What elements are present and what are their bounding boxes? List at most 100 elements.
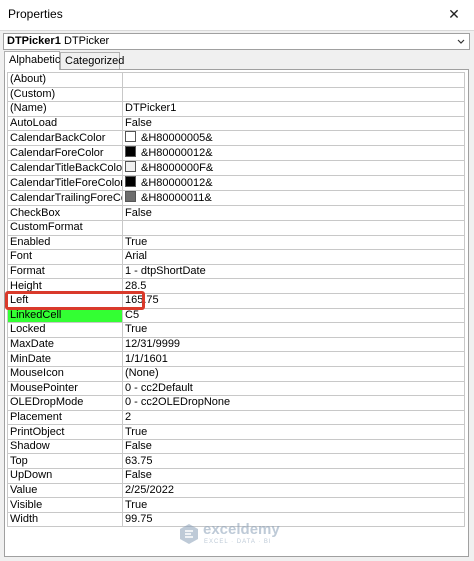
property-name[interactable]: Font	[7, 249, 123, 265]
property-name[interactable]: (Custom)	[7, 86, 123, 103]
property-value[interactable]: False	[122, 115, 465, 132]
property-value[interactable]: 1 - dtpShortDate	[122, 263, 465, 280]
property-value[interactable]: C5	[122, 307, 465, 324]
property-name[interactable]: CalendarTitleForeColor	[7, 175, 123, 192]
property-row[interactable]: CustomFormat	[7, 219, 465, 236]
property-name[interactable]: CalendarTrailingForeColor	[7, 190, 123, 207]
property-name[interactable]: OLEDropMode	[7, 395, 123, 411]
property-value[interactable]: 28.5	[122, 278, 465, 294]
chevron-down-icon[interactable]	[455, 34, 467, 49]
property-name[interactable]: CalendarTitleBackColor	[7, 160, 123, 177]
property-row[interactable]: Format 1 - dtpShortDate	[7, 263, 465, 280]
property-value[interactable]: 2	[122, 409, 465, 426]
property-row[interactable]: LinkedCell C5	[7, 307, 465, 324]
property-name[interactable]: UpDown	[7, 468, 123, 484]
property-row[interactable]: MinDate 1/1/1601	[7, 351, 465, 367]
color-swatch	[125, 191, 136, 203]
property-value[interactable]: 0 - cc2Default	[122, 380, 465, 397]
property-row[interactable]: MousePointer 0 - cc2Default	[7, 380, 465, 397]
property-value[interactable]	[122, 219, 465, 236]
property-row[interactable]: CalendarBackColor &H80000005&	[7, 130, 465, 147]
property-value[interactable]: 1/1/1601	[122, 351, 465, 367]
property-value[interactable]: False	[122, 438, 465, 455]
property-name[interactable]: CheckBox	[7, 205, 123, 221]
property-value[interactable]: (None)	[122, 365, 465, 382]
property-row[interactable]: Locked True	[7, 322, 465, 338]
property-name[interactable]: CalendarForeColor	[7, 145, 123, 162]
property-row[interactable]: Left 165.75	[7, 292, 465, 309]
property-row[interactable]: (Name) DTPicker1	[7, 101, 465, 117]
property-row[interactable]: OLEDropMode 0 - cc2OLEDropNone	[7, 395, 465, 411]
property-name[interactable]: LinkedCell	[7, 307, 123, 324]
property-name[interactable]: PrintObject	[7, 424, 123, 440]
property-row[interactable]: UpDown False	[7, 468, 465, 484]
property-name[interactable]: CalendarBackColor	[7, 130, 123, 147]
property-name[interactable]: MaxDate	[7, 336, 123, 353]
property-value[interactable]: DTPicker1	[122, 101, 465, 117]
property-name[interactable]: Format	[7, 263, 123, 280]
property-row[interactable]: PrintObject True	[7, 424, 465, 440]
property-value[interactable]: 2/25/2022	[122, 482, 465, 499]
property-row[interactable]: AutoLoad False	[7, 115, 465, 132]
object-selector[interactable]: DTPicker1 DTPicker	[3, 33, 470, 50]
property-row[interactable]: Value 2/25/2022	[7, 482, 465, 499]
property-value[interactable]: False	[122, 205, 465, 221]
property-name[interactable]: Left	[7, 292, 123, 309]
property-row[interactable]: Font Arial	[7, 249, 465, 265]
property-value[interactable]: False	[122, 468, 465, 484]
property-row[interactable]: CheckBox False	[7, 205, 465, 221]
property-name[interactable]: Value	[7, 482, 123, 499]
property-name[interactable]: AutoLoad	[7, 115, 123, 132]
property-value[interactable]	[122, 72, 465, 88]
property-value[interactable]: &H80000012&	[122, 175, 465, 192]
object-type: DTPicker	[64, 35, 110, 47]
property-name[interactable]: Width	[7, 511, 123, 528]
property-row[interactable]: Shadow False	[7, 438, 465, 455]
property-row[interactable]: CalendarTitleBackColor &H8000000F&	[7, 160, 465, 177]
property-name[interactable]: Enabled	[7, 234, 123, 251]
property-name[interactable]: Placement	[7, 409, 123, 426]
property-name[interactable]: Top	[7, 453, 123, 470]
property-row[interactable]: (About)	[7, 72, 465, 88]
property-name[interactable]: MousePointer	[7, 380, 123, 397]
property-row[interactable]: Enabled True	[7, 234, 465, 251]
property-name[interactable]: Height	[7, 278, 123, 294]
property-value[interactable]: True	[122, 322, 465, 338]
property-value[interactable]: &H8000000F&	[122, 160, 465, 177]
property-name[interactable]: (Name)	[7, 101, 123, 117]
property-name[interactable]: MinDate	[7, 351, 123, 367]
property-name[interactable]: Locked	[7, 322, 123, 338]
property-value[interactable]: True	[122, 497, 465, 513]
property-value[interactable]: True	[122, 234, 465, 251]
tab-alphabetic[interactable]: Alphabetic	[4, 51, 60, 70]
property-row[interactable]: Placement 2	[7, 409, 465, 426]
property-name[interactable]: (About)	[7, 72, 123, 88]
property-value[interactable]: Arial	[122, 249, 465, 265]
property-value[interactable]: &H80000012&	[122, 145, 465, 162]
property-value-text: &H80000012&	[141, 147, 213, 160]
property-row[interactable]: Height 28.5	[7, 278, 465, 294]
property-value[interactable]: 63.75	[122, 453, 465, 470]
property-name[interactable]: CustomFormat	[7, 219, 123, 236]
property-name[interactable]: Visible	[7, 497, 123, 513]
property-row[interactable]: MaxDate 12/31/9999	[7, 336, 465, 353]
property-value[interactable]: &H80000005&	[122, 130, 465, 147]
property-value[interactable]: 12/31/9999	[122, 336, 465, 353]
property-name[interactable]: Shadow	[7, 438, 123, 455]
property-value[interactable]: 165.75	[122, 292, 465, 309]
property-value[interactable]: True	[122, 424, 465, 440]
property-value[interactable]: 0 - cc2OLEDropNone	[122, 395, 465, 411]
property-value[interactable]	[122, 86, 465, 103]
property-value[interactable]: &H80000011&	[122, 190, 465, 207]
property-row[interactable]: CalendarTrailingForeColor&H80000011&	[7, 190, 465, 207]
property-row[interactable]: CalendarForeColor &H80000012&	[7, 145, 465, 162]
property-row[interactable]: Top 63.75	[7, 453, 465, 470]
property-name[interactable]: MouseIcon	[7, 365, 123, 382]
property-row[interactable]: MouseIcon (None)	[7, 365, 465, 382]
property-row[interactable]: (Custom)	[7, 86, 465, 103]
property-value-text: C5	[125, 308, 140, 321]
tab-categorized[interactable]: Categorized	[60, 52, 124, 69]
property-row[interactable]: CalendarTitleForeColor &H80000012&	[7, 175, 465, 192]
property-row[interactable]: Visible True	[7, 497, 465, 513]
close-icon[interactable]: ✕	[444, 4, 464, 24]
